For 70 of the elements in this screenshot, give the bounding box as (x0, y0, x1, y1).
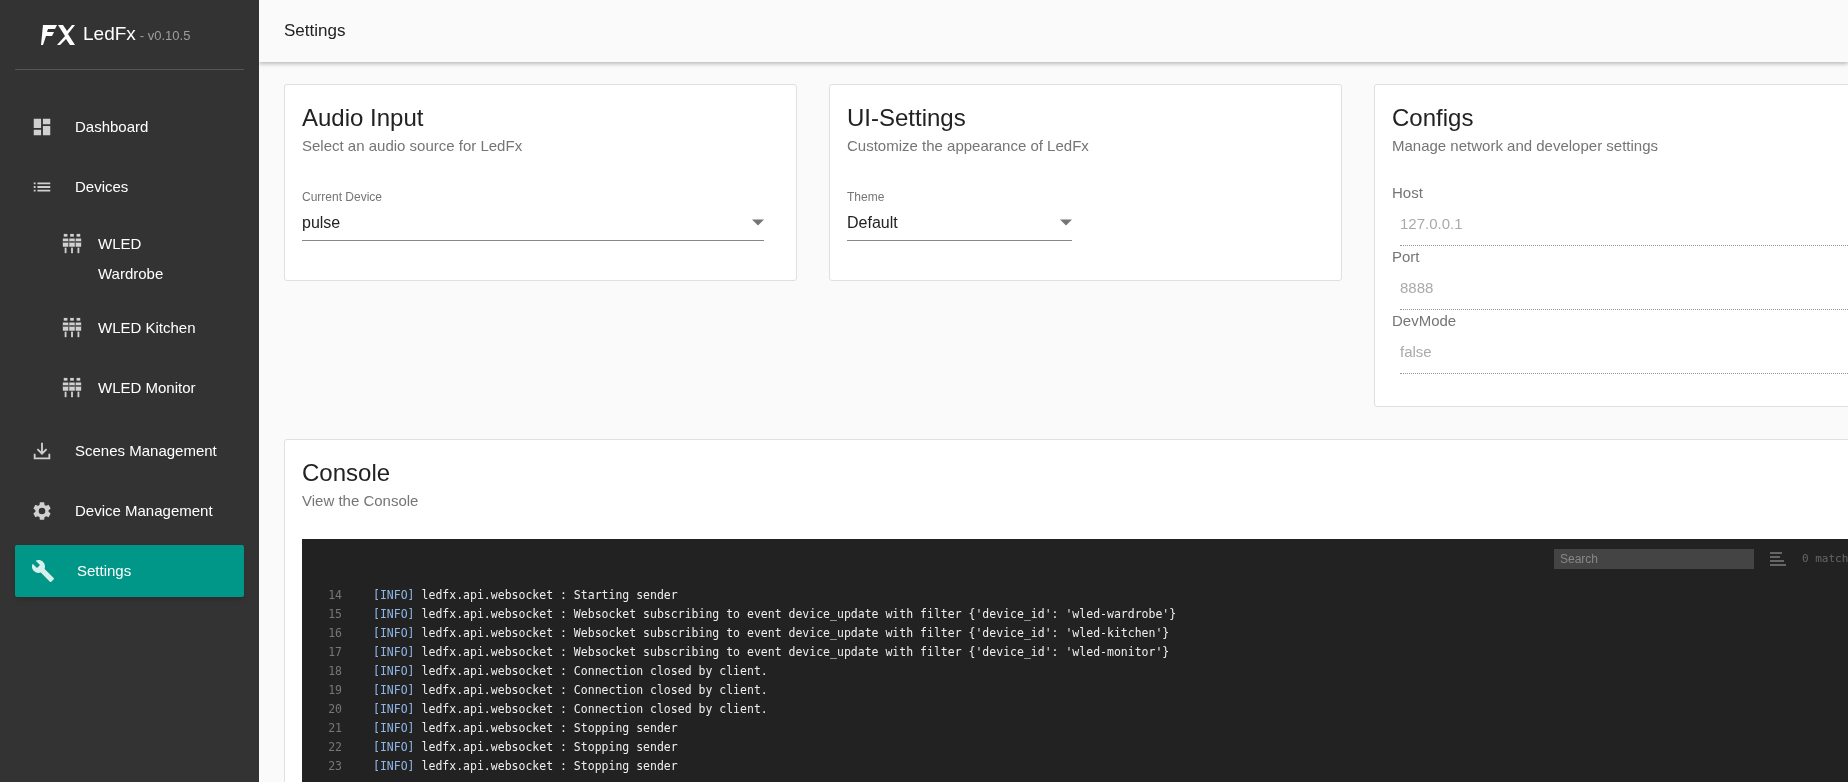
line-number: 16 (327, 625, 342, 642)
log-level: [INFO] (373, 682, 415, 699)
card-title: Audio Input (302, 103, 425, 133)
field-label: DevMode (1392, 310, 1458, 330)
dropdown-caret-icon (1060, 219, 1072, 226)
log-message: ledfx.api.websocket : Starting sender (421, 587, 678, 604)
device-nav-item[interactable]: WLED Wardrobe (15, 221, 244, 297)
card-subtitle: Select an audio source for LedFx (302, 136, 524, 156)
dropdown-caret-icon (752, 219, 764, 226)
page-title: Settings (284, 20, 346, 43)
card-subtitle: Customize the appearance of LedFx (847, 136, 1090, 156)
log-message: ledfx.api.websocket : Stopping sender (421, 739, 678, 756)
config-field[interactable]: 127.0.0.1 (1400, 201, 1848, 246)
config-field[interactable]: 8888 (1400, 265, 1848, 310)
download-icon (31, 440, 53, 462)
device-nav-item[interactable]: WLED Kitchen (15, 305, 244, 357)
field-label: Port (1392, 246, 1421, 266)
card-subtitle: View the Console (302, 490, 420, 511)
led-strip-icon (61, 377, 83, 399)
nav-item[interactable]: Device Management (15, 485, 244, 537)
config-field[interactable]: false (1400, 329, 1848, 374)
log-level: [INFO] (373, 739, 415, 756)
nav-item[interactable]: Devices (15, 161, 244, 213)
app-name: LedFx (83, 22, 136, 47)
settings-icon (31, 500, 53, 522)
dashboard-icon (31, 116, 53, 138)
line-number: 20 (327, 701, 342, 718)
log-level: [INFO] (373, 625, 415, 642)
card-subtitle: Manage network and developer settings (1392, 136, 1659, 156)
field-label: Host (1392, 182, 1424, 202)
match-count: 0 match (1802, 550, 1848, 567)
select-field[interactable]: Current Device pulse (302, 187, 764, 241)
app-version: - v0.10.5 (139, 27, 191, 46)
select-field[interactable]: Theme Default (847, 187, 1072, 241)
log-level: [INFO] (373, 644, 415, 661)
line-number: 15 (327, 606, 342, 623)
log-level: [INFO] (373, 606, 415, 623)
logo-icon (41, 24, 75, 45)
line-number: 17 (327, 644, 342, 661)
device-nav-item[interactable]: WLED Monitor (15, 365, 244, 417)
line-number: 14 (327, 587, 342, 604)
log-message: ledfx.api.websocket : Stopping sender (421, 758, 678, 775)
log-message: ledfx.api.websocket : Stopping sender (421, 720, 678, 737)
lines-icon (1770, 552, 1786, 566)
log-message: ledfx.api.websocket : Connection closed by client. (421, 663, 768, 680)
log-message: ledfx.api.websocket : Websocket subscribing to event device_update with filter {'device_id': 'wled-wardrobe'} (421, 606, 1177, 623)
log-message: ledfx.api.websocket : Connection closed by client. (421, 701, 768, 718)
nav-item[interactable]: Settings (15, 545, 244, 597)
led-strip-icon (61, 317, 83, 339)
card-title: Console (302, 457, 392, 488)
log-level: [INFO] (373, 663, 415, 680)
log-level: [INFO] (373, 701, 415, 718)
line-number: 22 (327, 739, 342, 756)
line-number: 19 (327, 682, 342, 699)
line-number: 18 (327, 663, 342, 680)
line-number: 21 (327, 720, 342, 737)
log-message: ledfx.api.websocket : Websocket subscribing to event device_update with filter {'device_id': 'wled-kitchen'} (421, 625, 1170, 642)
search-field[interactable]: Search (1554, 549, 1754, 569)
card-title: Configs (1392, 103, 1475, 133)
wrench-icon (31, 559, 55, 583)
log-level: [INFO] (373, 720, 415, 737)
nav-item[interactable]: Dashboard (15, 101, 244, 153)
log-message: ledfx.api.websocket : Websocket subscribing to event device_update with filter {'device_id': 'wled-monitor'} (421, 644, 1170, 661)
nav-item[interactable]: Scenes Management (15, 425, 244, 477)
log-level: [INFO] (373, 587, 415, 604)
log-level: [INFO] (373, 758, 415, 775)
line-number: 23 (327, 758, 342, 775)
led-strip-icon (61, 233, 83, 255)
log-message: ledfx.api.websocket : Connection closed by client. (421, 682, 768, 699)
card-title: UI-Settings (847, 103, 967, 133)
